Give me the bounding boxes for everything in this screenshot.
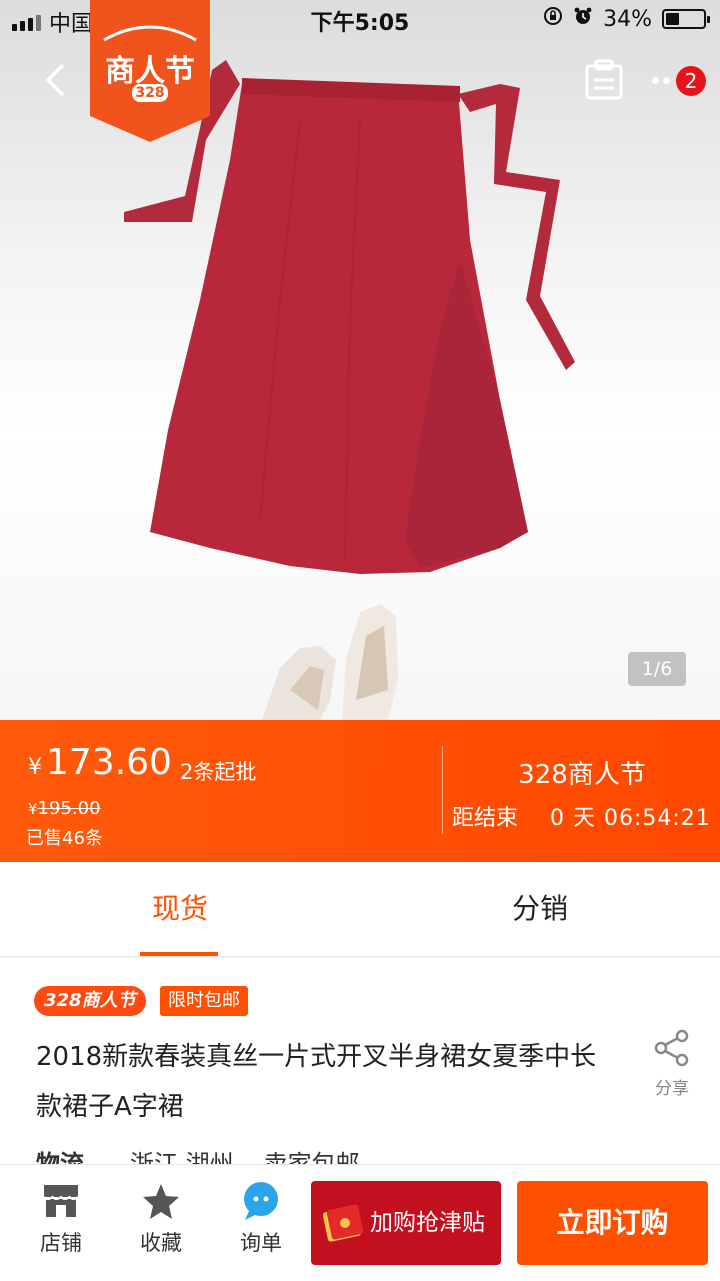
red-envelope-icon (323, 1204, 364, 1242)
tab-distribution[interactable]: 分销 (490, 862, 590, 956)
more-menu-button[interactable]: 2 (650, 66, 710, 96)
min-order: 2条起批 (180, 760, 257, 784)
price-banner: ¥173.60 2条起批 ¥195.00 已售46条 328商人节 距结束 0 … (0, 720, 720, 862)
more-dots-icon (652, 77, 659, 84)
more-dot (663, 77, 670, 84)
inquiry-button[interactable]: 询单 (226, 1181, 296, 1257)
subsidy-label: 加购抢津贴 (370, 1210, 485, 1236)
current-price: ¥173.60 (28, 742, 172, 783)
chat-bubble-icon (226, 1181, 296, 1221)
share-button[interactable]: 分享 (646, 1028, 698, 1099)
battery-icon (662, 9, 710, 29)
message-count-badge: 2 (676, 66, 706, 96)
buy-now-button[interactable]: 立即订购 (517, 1181, 708, 1265)
sold-count: 已售46条 (26, 828, 103, 849)
chevron-left-icon (46, 64, 64, 96)
tab-spot[interactable]: 现货 (130, 862, 230, 956)
alarm-icon (573, 6, 593, 32)
product-info: 328商人节 限时包邮 2018新款春装真丝一片式开叉半身裙女夏季中长款裙子A字… (0, 958, 720, 1178)
event-badge: 商人节 328 (90, 0, 210, 142)
subsidy-button[interactable]: 加购抢津贴 (311, 1181, 501, 1265)
status-right: 34% (543, 6, 710, 32)
price-value: 173.60 (46, 742, 172, 783)
event-tag: 328商人节 (34, 986, 146, 1016)
countdown-timer: 0 天 06:54:21 (550, 806, 711, 831)
store-label: 店铺 (40, 1231, 82, 1255)
tab-bar: 现货 分销 (0, 862, 720, 957)
clipboard-icon (585, 59, 623, 100)
store-icon (26, 1181, 96, 1221)
star-icon (126, 1181, 196, 1221)
product-title: 2018新款春装真丝一片式开叉半身裙女夏季中长款裙子A字裙 (36, 1042, 597, 1122)
rotation-lock-icon (543, 6, 563, 32)
image-pager: 1/6 (628, 652, 686, 686)
event-name: 328商人节 (518, 760, 646, 790)
original-price: ¥195.00 (28, 798, 101, 819)
currency-symbol: ¥ (28, 755, 42, 780)
store-button[interactable]: 店铺 (26, 1181, 96, 1257)
favorite-label: 收藏 (140, 1231, 182, 1255)
divider (442, 746, 443, 834)
event-badge-number: 328 (132, 84, 168, 102)
notes-button[interactable] (582, 58, 626, 102)
share-label: 分享 (655, 1079, 689, 1099)
back-button[interactable] (36, 58, 80, 102)
inquiry-label: 询单 (240, 1231, 282, 1255)
bottom-action-bar: 店铺 收藏 询单 加购抢津贴 立即订购 (0, 1164, 720, 1281)
orig-currency: ¥ (28, 800, 38, 818)
favorite-button[interactable]: 收藏 (126, 1181, 196, 1257)
battery-percent: 34% (603, 6, 652, 32)
share-icon (654, 1029, 689, 1067)
free-shipping-tag: 限时包邮 (160, 986, 248, 1016)
orig-price-value: 195.00 (37, 798, 101, 819)
countdown-label: 距结束 (452, 806, 519, 831)
